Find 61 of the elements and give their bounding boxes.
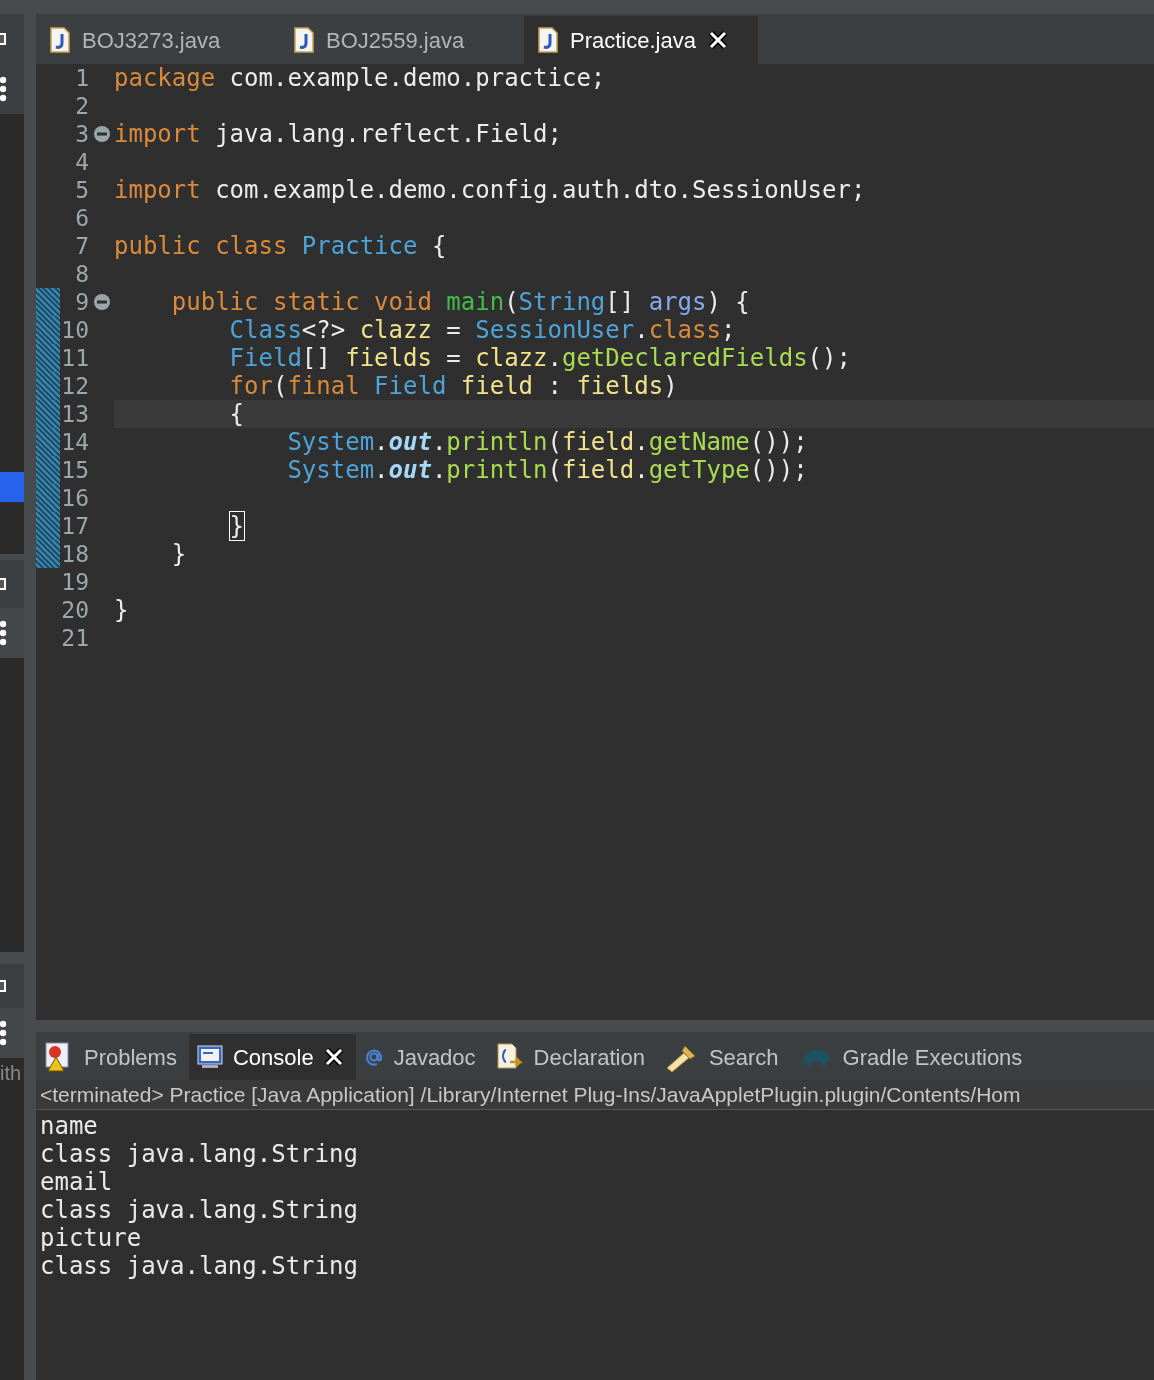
java-file-icon xyxy=(294,27,314,53)
declaration-icon xyxy=(495,1042,524,1072)
console-icon xyxy=(196,1044,223,1070)
close-icon[interactable] xyxy=(707,30,728,50)
code-line: package com.example.demo.practice; xyxy=(114,64,606,92)
close-icon[interactable] xyxy=(323,1047,344,1067)
console-output-line: name xyxy=(40,1112,98,1140)
code-line: System.out.println(field.getName()); xyxy=(286,428,808,456)
java-file-icon xyxy=(538,27,558,53)
console-output-line: class java.lang.String xyxy=(40,1252,358,1280)
line-number: 14 xyxy=(60,428,89,456)
code-line: Field[] fields = clazz.getDeclaredFields(); xyxy=(228,344,851,372)
line-number: 16 xyxy=(60,484,89,512)
line-number: 12 xyxy=(60,372,89,400)
line-number: 2 xyxy=(74,92,89,120)
code-line: Class<?> clazz = SessionUser.class; xyxy=(228,316,736,344)
view-icon[interactable] xyxy=(0,32,8,46)
panel-tab[interactable]: Console xyxy=(188,1034,356,1080)
code-line: import java.lang.reflect.Field; xyxy=(114,120,562,148)
line-number: 15 xyxy=(60,456,89,484)
line-number: 5 xyxy=(74,176,89,204)
line-number: 21 xyxy=(60,624,89,652)
code-line: { xyxy=(228,400,245,428)
console-header: <terminated> Practice [Java Application] /Library/Internet Plug-Ins/JavaAppletPlugin.plugin/Contents/Hom xyxy=(40,1081,1021,1108)
more-icon[interactable] xyxy=(0,1020,8,1046)
line-number: 9 xyxy=(74,288,89,316)
more-icon[interactable] xyxy=(0,620,8,646)
line-number: 11 xyxy=(60,344,89,372)
code-line: } xyxy=(170,540,187,568)
code-line: } xyxy=(228,512,245,540)
at-sign-icon xyxy=(363,1047,384,1067)
more-icon[interactable] xyxy=(0,76,8,102)
line-number: 13 xyxy=(60,400,89,428)
line-number: 19 xyxy=(60,568,89,596)
view-icon[interactable] xyxy=(0,979,8,993)
view-icon[interactable] xyxy=(0,577,8,591)
code-line: System.out.println(field.getType()); xyxy=(286,456,808,484)
line-number: 4 xyxy=(74,148,89,176)
line-number: 6 xyxy=(74,204,89,232)
line-number: 1 xyxy=(74,64,89,92)
line-number: 8 xyxy=(74,260,89,288)
console-output-line: picture xyxy=(40,1224,142,1252)
code-line: import com.example.demo.config.auth.dto.SessionUser; xyxy=(114,176,866,204)
code-line: for(final Field field : fields) xyxy=(228,372,678,400)
line-number: 17 xyxy=(60,512,89,540)
console-output-line: class java.lang.String xyxy=(40,1140,358,1168)
line-number: 20 xyxy=(60,596,89,624)
editor-tab[interactable]: Practice.java xyxy=(524,16,758,64)
collapse-icon[interactable] xyxy=(93,126,110,142)
console-output-line: email xyxy=(40,1168,113,1196)
line-number: 3 xyxy=(74,120,89,148)
java-file-icon xyxy=(50,27,70,53)
line-number: 10 xyxy=(60,316,89,344)
collapse-icon[interactable] xyxy=(93,294,110,310)
code-line: } xyxy=(114,596,129,624)
code-line: public class Practice { xyxy=(114,232,447,260)
cut-label: ith xyxy=(0,1061,23,1086)
code-line: public static void main(String[] args) { xyxy=(170,288,750,316)
line-number: 7 xyxy=(74,232,89,260)
line-number: 18 xyxy=(60,540,89,568)
console-output-line: class java.lang.String xyxy=(40,1196,358,1224)
